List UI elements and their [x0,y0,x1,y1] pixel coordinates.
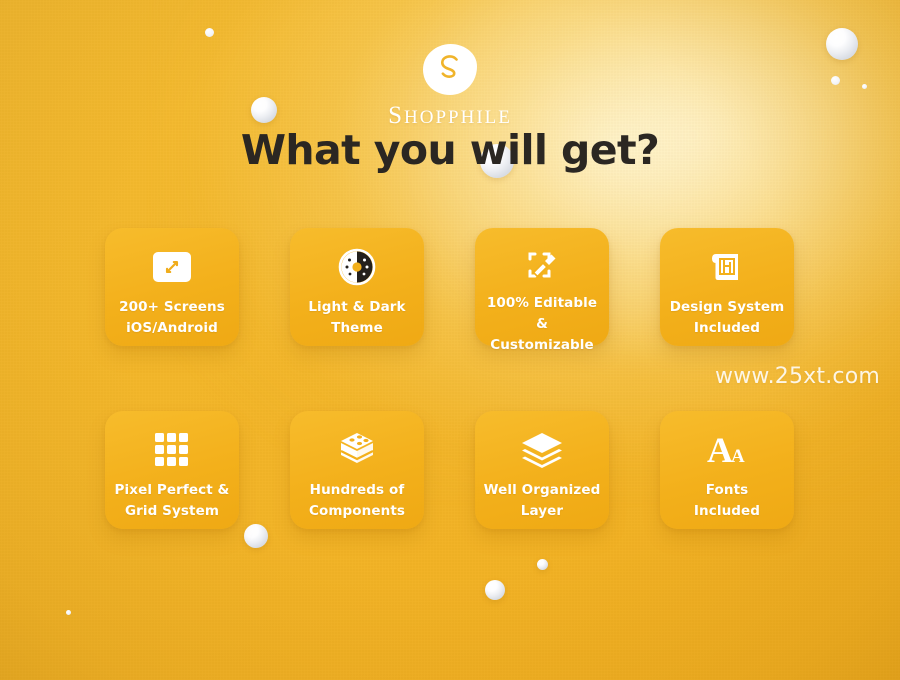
feature-card-label-line1: Pixel Perfect & [114,482,230,498]
feature-card[interactable]: Hundreds of Components [290,411,424,529]
blueprint-icon [705,244,749,290]
feature-card-label-line1: Well Organized [483,482,601,498]
feature-card-label-line2: Theme [331,319,383,336]
feature-card[interactable]: Light & Dark Theme [290,228,424,346]
light-dark-theme-icon [335,244,379,290]
edit-pencil-selection-icon [520,244,564,286]
feature-card-label-line1: Fonts [705,482,749,498]
feature-card[interactable]: A A Fonts Included [660,411,794,529]
feature-card-label-line1: 200+ Screens [119,299,225,315]
feature-card-grid: 200+ Screens iOS/Android Light & Dark Them… [105,228,795,529]
edit-pencil-selection-icon [528,252,556,278]
feature-card-label-line1: 100% Editable & [486,295,598,332]
feature-card-label: Pixel Perfect & Grid System [111,480,234,522]
typography-aa-icon: A A [707,430,745,470]
layers-stack-icon [519,427,565,473]
brand-wordmark-rest: HOPPHILE [404,107,512,128]
feature-card-label-line1: Hundreds of [309,482,405,498]
feature-card[interactable]: 100% Editable & Customizable [475,228,609,353]
feature-card-label-line2: Customizable [490,336,594,353]
decorative-sphere [205,28,214,37]
svg-text:A: A [731,446,745,467]
layers-stack-icon [522,433,562,468]
feature-card[interactable]: 200+ Screens iOS/Android [105,228,239,346]
feature-card[interactable]: Well Organized Layer [475,411,609,529]
shopphile-blob-s-logo-icon [419,42,481,98]
brand-wordmark-initial: S [388,102,405,129]
brand-logo: SHOPPHILE [0,42,900,128]
brand-wordmark: SHOPPHILE [388,103,512,128]
feature-card-label: Fonts Included [690,480,764,522]
feature-card-label-line1: Design System [669,299,785,315]
feature-card-label: Design System Included [666,297,789,339]
feature-card-label-line2: iOS/Android [126,319,218,336]
grid-3x3-icon [155,433,188,466]
feature-card-label-line2: Included [693,319,761,336]
feature-card-label-line2: Components [308,502,406,519]
page-title: What you will get? [240,126,660,174]
feature-card-label: Well Organized Layer [480,480,605,522]
typography-aa-icon: A A [704,427,750,473]
feature-card-label: Light & Dark Theme [304,297,409,339]
lego-brick-icon [335,427,379,473]
feature-card-label: 100% Editable & Customizable [475,293,609,356]
blueprint-icon [712,254,738,280]
svg-text:A: A [707,430,733,470]
expand-arrows-icon [153,244,191,290]
decorative-sphere [66,610,71,615]
feature-card-label-line2: Included [693,502,761,519]
grid-3x3-icon [153,427,191,473]
feature-card-label: 200+ Screens iOS/Android [115,297,229,339]
expand-arrows-icon [153,252,191,282]
feature-card-label-line2: Layer [520,502,564,519]
feature-card[interactable]: Pixel Perfect & Grid System [105,411,239,529]
feature-card[interactable]: Design System Included [660,228,794,346]
lego-brick-icon [340,433,374,463]
feature-card-label-line1: Light & Dark [308,299,406,315]
feature-card-label: Hundreds of Components [305,480,409,522]
feature-card-label-line2: Grid System [124,502,220,519]
decorative-sphere [537,559,548,570]
light-dark-theme-icon [338,248,376,286]
poster-canvas: SHOPPHILE What you will get? www.25xt.co… [0,0,900,680]
decorative-sphere [485,580,505,600]
